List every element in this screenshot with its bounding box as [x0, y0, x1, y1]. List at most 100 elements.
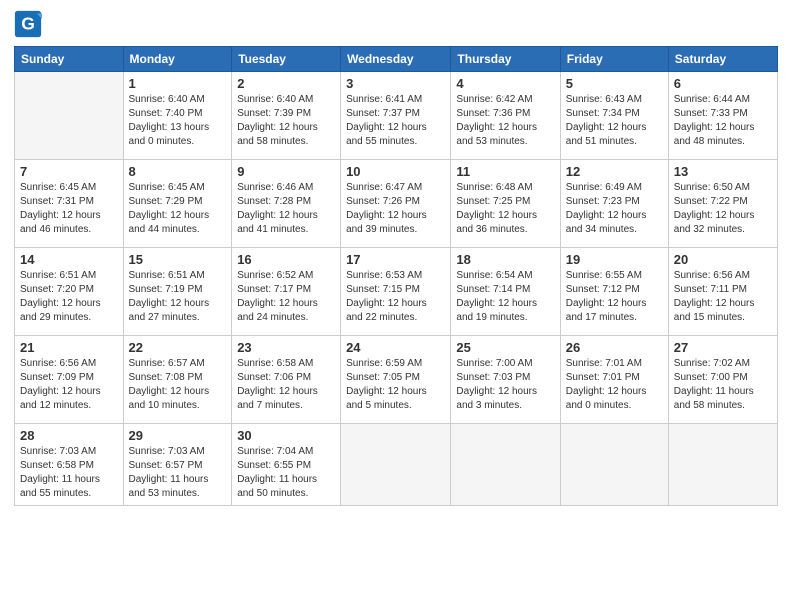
day-number: 13 [674, 164, 772, 179]
day-number: 8 [129, 164, 227, 179]
day-number: 18 [456, 252, 554, 267]
calendar-cell: 28 Sunrise: 7:03 AM Sunset: 6:58 PM Dayli… [15, 424, 124, 506]
day-info: Sunrise: 6:42 AM Sunset: 7:36 PM Dayligh… [456, 93, 554, 149]
day-info: Sunrise: 7:01 AM Sunset: 7:01 PM Dayligh… [566, 357, 663, 413]
calendar-header-wednesday: Wednesday [341, 47, 451, 72]
day-number: 25 [456, 340, 554, 355]
day-info: Sunrise: 6:59 AM Sunset: 7:05 PM Dayligh… [346, 357, 445, 413]
day-info: Sunrise: 6:40 AM Sunset: 7:39 PM Dayligh… [237, 93, 335, 149]
calendar-cell: 3 Sunrise: 6:41 AM Sunset: 7:37 PM Daylig… [341, 72, 451, 160]
day-info: Sunrise: 6:51 AM Sunset: 7:19 PM Dayligh… [129, 269, 227, 325]
calendar-cell: 8 Sunrise: 6:45 AM Sunset: 7:29 PM Daylig… [123, 160, 232, 248]
calendar-week-row: 21 Sunrise: 6:56 AM Sunset: 7:09 PM Dayli… [15, 336, 778, 424]
day-number: 23 [237, 340, 335, 355]
day-number: 26 [566, 340, 663, 355]
day-info: Sunrise: 7:00 AM Sunset: 7:03 PM Dayligh… [456, 357, 554, 413]
day-info: Sunrise: 6:55 AM Sunset: 7:12 PM Dayligh… [566, 269, 663, 325]
day-number: 17 [346, 252, 445, 267]
calendar-cell: 18 Sunrise: 6:54 AM Sunset: 7:14 PM Dayli… [451, 248, 560, 336]
calendar-cell: 20Sunrise: 6:56 AM Sunset: 7:11 PM Dayli… [668, 248, 777, 336]
calendar-cell: 12Sunrise: 6:49 AM Sunset: 7:23 PM Dayli… [560, 160, 668, 248]
day-info: Sunrise: 6:45 AM Sunset: 7:31 PM Dayligh… [20, 181, 118, 237]
calendar-week-row: 7 Sunrise: 6:45 AM Sunset: 7:31 PM Daylig… [15, 160, 778, 248]
page-container: G SundayMondayTuesdayWednesdayThursdayFr… [0, 0, 792, 612]
calendar-cell: 22Sunrise: 6:57 AM Sunset: 7:08 PM Dayli… [123, 336, 232, 424]
calendar-cell: 27 Sunrise: 7:02 AM Sunset: 7:00 PM Dayli… [668, 336, 777, 424]
day-number: 1 [129, 76, 227, 91]
day-info: Sunrise: 6:41 AM Sunset: 7:37 PM Dayligh… [346, 93, 445, 149]
day-number: 27 [674, 340, 772, 355]
day-info: Sunrise: 6:57 AM Sunset: 7:08 PM Dayligh… [129, 357, 227, 413]
header: G [14, 10, 778, 38]
day-number: 15 [129, 252, 227, 267]
day-number: 14 [20, 252, 118, 267]
calendar-cell: 16 Sunrise: 6:52 AM Sunset: 7:17 PM Dayli… [232, 248, 341, 336]
calendar-cell: 29 Sunrise: 7:03 AM Sunset: 6:57 PM Dayli… [123, 424, 232, 506]
calendar-header-thursday: Thursday [451, 47, 560, 72]
calendar-cell: 15 Sunrise: 6:51 AM Sunset: 7:19 PM Dayli… [123, 248, 232, 336]
calendar-header-monday: Monday [123, 47, 232, 72]
calendar-cell [341, 424, 451, 506]
calendar-cell: 10 Sunrise: 6:47 AM Sunset: 7:26 PM Dayli… [341, 160, 451, 248]
calendar-cell: 7 Sunrise: 6:45 AM Sunset: 7:31 PM Daylig… [15, 160, 124, 248]
day-info: Sunrise: 6:52 AM Sunset: 7:17 PM Dayligh… [237, 269, 335, 325]
day-number: 3 [346, 76, 445, 91]
day-number: 11 [456, 164, 554, 179]
day-number: 28 [20, 428, 118, 443]
day-info: Sunrise: 6:50 AM Sunset: 7:22 PM Dayligh… [674, 181, 772, 237]
day-number: 10 [346, 164, 445, 179]
calendar-cell: 21 Sunrise: 6:56 AM Sunset: 7:09 PM Dayli… [15, 336, 124, 424]
calendar-cell: 24 Sunrise: 6:59 AM Sunset: 7:05 PM Dayli… [341, 336, 451, 424]
day-number: 29 [129, 428, 227, 443]
calendar-cell [560, 424, 668, 506]
calendar-cell [668, 424, 777, 506]
calendar-cell: 23Sunrise: 6:58 AM Sunset: 7:06 PM Dayli… [232, 336, 341, 424]
day-info: Sunrise: 7:03 AM Sunset: 6:58 PM Dayligh… [20, 445, 118, 501]
calendar-cell: 13 Sunrise: 6:50 AM Sunset: 7:22 PM Dayli… [668, 160, 777, 248]
calendar-cell: 2 Sunrise: 6:40 AM Sunset: 7:39 PM Daylig… [232, 72, 341, 160]
day-info: Sunrise: 6:48 AM Sunset: 7:25 PM Dayligh… [456, 181, 554, 237]
calendar-header-friday: Friday [560, 47, 668, 72]
calendar-cell: 6 Sunrise: 6:44 AM Sunset: 7:33 PM Daylig… [668, 72, 777, 160]
day-number: 19 [566, 252, 663, 267]
calendar-cell: 4Sunrise: 6:42 AM Sunset: 7:36 PM Daylig… [451, 72, 560, 160]
day-number: 12 [566, 164, 663, 179]
calendar-cell [451, 424, 560, 506]
calendar-week-row: 14 Sunrise: 6:51 AM Sunset: 7:20 PM Dayli… [15, 248, 778, 336]
day-number: 24 [346, 340, 445, 355]
day-number: 9 [237, 164, 335, 179]
calendar-cell: 5Sunrise: 6:43 AM Sunset: 7:34 PM Daylig… [560, 72, 668, 160]
calendar-cell: 11 Sunrise: 6:48 AM Sunset: 7:25 PM Dayli… [451, 160, 560, 248]
calendar-header-sunday: Sunday [15, 47, 124, 72]
day-number: 21 [20, 340, 118, 355]
day-info: Sunrise: 6:47 AM Sunset: 7:26 PM Dayligh… [346, 181, 445, 237]
calendar-cell: 1 Sunrise: 6:40 AM Sunset: 7:40 PM Daylig… [123, 72, 232, 160]
day-info: Sunrise: 6:45 AM Sunset: 7:29 PM Dayligh… [129, 181, 227, 237]
calendar-week-row: 28 Sunrise: 7:03 AM Sunset: 6:58 PM Dayli… [15, 424, 778, 506]
day-info: Sunrise: 6:46 AM Sunset: 7:28 PM Dayligh… [237, 181, 335, 237]
logo: G [14, 10, 46, 38]
day-info: Sunrise: 6:40 AM Sunset: 7:40 PM Dayligh… [129, 93, 227, 149]
calendar-cell [15, 72, 124, 160]
logo-icon: G [14, 10, 42, 38]
day-number: 6 [674, 76, 772, 91]
calendar-cell: 30Sunrise: 7:04 AM Sunset: 6:55 PM Dayli… [232, 424, 341, 506]
day-info: Sunrise: 6:51 AM Sunset: 7:20 PM Dayligh… [20, 269, 118, 325]
day-info: Sunrise: 7:03 AM Sunset: 6:57 PM Dayligh… [129, 445, 227, 501]
day-info: Sunrise: 6:44 AM Sunset: 7:33 PM Dayligh… [674, 93, 772, 149]
day-info: Sunrise: 6:43 AM Sunset: 7:34 PM Dayligh… [566, 93, 663, 149]
day-number: 16 [237, 252, 335, 267]
day-number: 7 [20, 164, 118, 179]
calendar-week-row: 1 Sunrise: 6:40 AM Sunset: 7:40 PM Daylig… [15, 72, 778, 160]
calendar-header-row: SundayMondayTuesdayWednesdayThursdayFrid… [15, 47, 778, 72]
day-info: Sunrise: 6:54 AM Sunset: 7:14 PM Dayligh… [456, 269, 554, 325]
calendar-cell: 19 Sunrise: 6:55 AM Sunset: 7:12 PM Dayli… [560, 248, 668, 336]
calendar-cell: 26 Sunrise: 7:01 AM Sunset: 7:01 PM Dayli… [560, 336, 668, 424]
calendar-header-saturday: Saturday [668, 47, 777, 72]
day-info: Sunrise: 6:56 AM Sunset: 7:09 PM Dayligh… [20, 357, 118, 413]
day-info: Sunrise: 7:02 AM Sunset: 7:00 PM Dayligh… [674, 357, 772, 413]
day-number: 2 [237, 76, 335, 91]
calendar-cell: 25 Sunrise: 7:00 AM Sunset: 7:03 PM Dayli… [451, 336, 560, 424]
day-info: Sunrise: 7:04 AM Sunset: 6:55 PM Dayligh… [237, 445, 335, 501]
calendar-cell: 17Sunrise: 6:53 AM Sunset: 7:15 PM Dayli… [341, 248, 451, 336]
